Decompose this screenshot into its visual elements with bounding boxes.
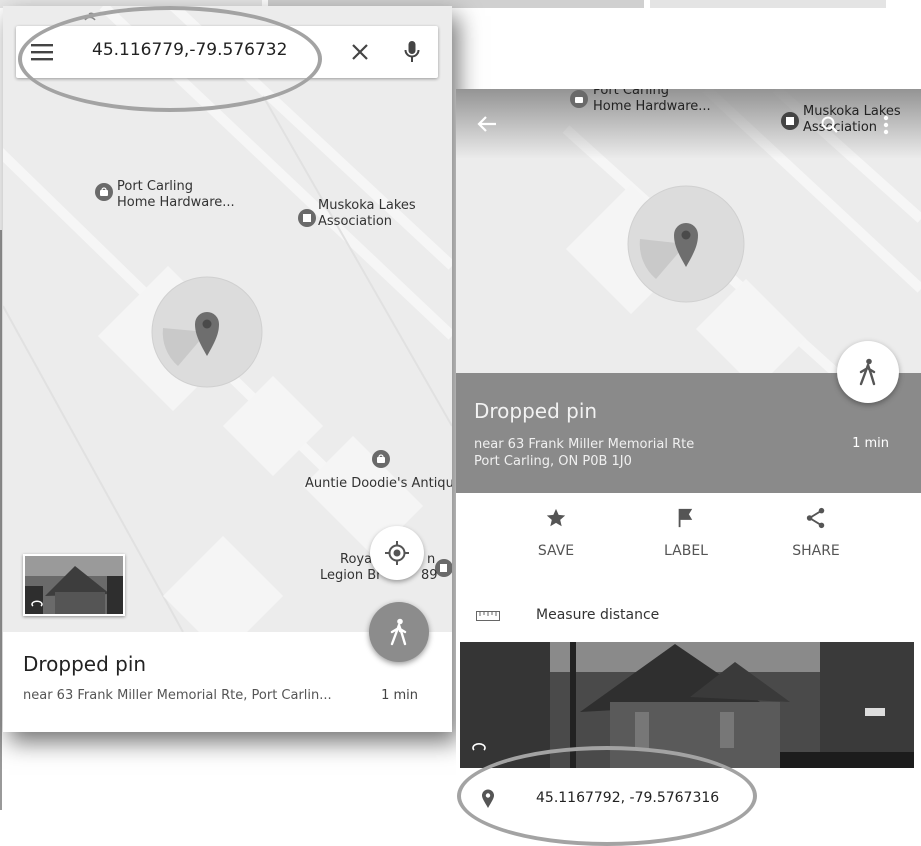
search-bar[interactable]: 45.116779,-79.576732 [16, 26, 438, 78]
close-icon[interactable] [346, 39, 374, 65]
walk-time: 1 min [381, 688, 418, 703]
flag-icon [678, 508, 693, 528]
place-title: Dropped pin [474, 399, 598, 423]
save-label: SAVE [537, 543, 575, 559]
street-view-thumbnail[interactable] [23, 554, 125, 616]
directions-walk-button[interactable] [837, 341, 899, 403]
place-address: near 63 Frank Miller Memorial Rte Port C… [474, 436, 694, 470]
measure-distance-row[interactable]: Measure distance [456, 599, 921, 635]
left-map-screen: Port Carling Home Hardware... Muskoka La… [3, 6, 452, 732]
share-label: SHARE [792, 543, 840, 559]
walk-time: 1 min [852, 436, 889, 451]
address-line-1: near 63 Frank Miller Memorial Rte [474, 437, 695, 452]
right-map-canvas[interactable]: Port Carling Home Hardware... Muskoka La… [456, 89, 921, 373]
ruler-icon [476, 611, 500, 621]
save-button[interactable]: SAVE [496, 507, 616, 559]
directions-walk-button[interactable] [369, 602, 429, 662]
label-label: LABEL [664, 543, 708, 559]
map-label-legion-1b[interactable]: n [427, 552, 435, 568]
place-title: Dropped pin [23, 652, 147, 676]
divider-line [0, 230, 2, 810]
more-vert-icon[interactable] [878, 113, 894, 137]
map-label-legion-1[interactable]: Roya [340, 552, 372, 568]
shopping-bag-icon [372, 450, 390, 468]
street-view-photo[interactable] [460, 642, 914, 768]
coordinates-row[interactable]: 45.1167792, -79.5767316 [456, 779, 921, 819]
microphone-icon[interactable] [398, 37, 426, 67]
share-icon [806, 507, 825, 529]
map-label-muskoka-lakes[interactable]: Muskoka Lakes Association [318, 198, 416, 230]
back-arrow-icon[interactable] [474, 111, 500, 137]
square-place-icon [781, 112, 799, 130]
square-place-icon [298, 209, 316, 227]
search-icon[interactable] [818, 113, 842, 137]
right-place-screen: Port Carling Home Hardware... Muskoka La… [456, 89, 921, 846]
star-icon [546, 508, 566, 527]
search-input[interactable]: 45.116779,-79.576732 [92, 40, 287, 60]
label-button[interactable]: LABEL [626, 507, 746, 559]
map-label-legion-2[interactable]: Legion Br [320, 568, 381, 584]
shopping-bag-icon [95, 183, 113, 201]
map-label-hardware[interactable]: Port Carling Home Hardware... [593, 89, 711, 115]
measure-distance-label: Measure distance [536, 607, 660, 623]
map-label-antiques[interactable]: Auntie Doodie's Antique [305, 476, 452, 492]
map-label-legion-2b[interactable]: 89 [421, 568, 438, 584]
share-button[interactable]: SHARE [756, 507, 876, 559]
place-address: near 63 Frank Miller Memorial Rte, Port … [23, 688, 332, 703]
menu-icon[interactable] [28, 39, 56, 65]
coordinates-text: 45.1167792, -79.5767316 [536, 790, 720, 806]
walking-person-icon [859, 358, 876, 386]
walking-person-icon [390, 618, 407, 646]
my-location-button[interactable] [370, 526, 424, 580]
location-pin-icon [482, 789, 494, 808]
address-line-2: Port Carling, ON P0B 1J0 [474, 454, 632, 469]
gps-icon [385, 541, 409, 565]
map-label-hardware[interactable]: Port Carling Home Hardware... [117, 179, 235, 211]
shopping-bag-icon [570, 90, 588, 108]
